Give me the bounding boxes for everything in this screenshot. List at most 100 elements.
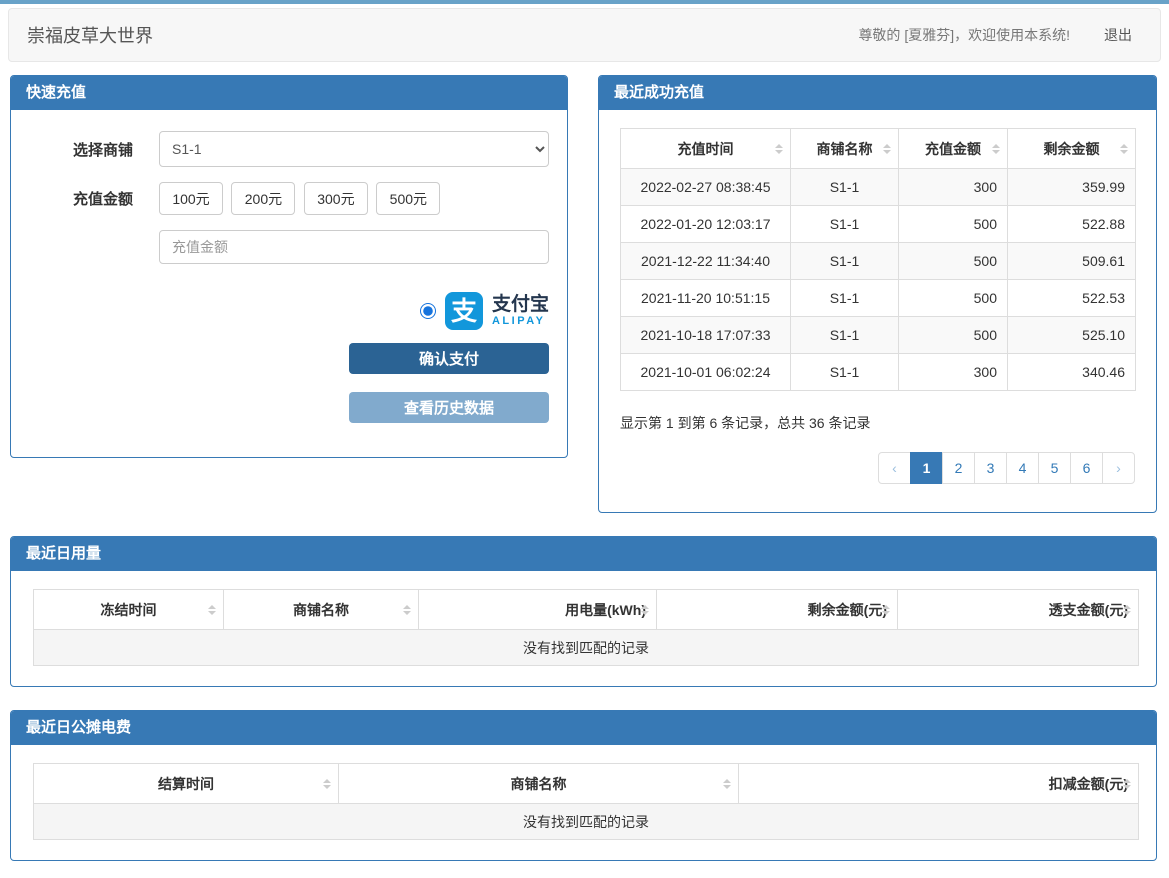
cell-remaining-amount: 522.53 bbox=[1008, 280, 1136, 317]
sort-icon bbox=[992, 144, 1000, 154]
column-header-freeze-time[interactable]: 冻结时间 bbox=[34, 590, 224, 630]
column-header-settle-time[interactable]: 结算时间 bbox=[34, 764, 339, 804]
recent-recharge-title: 最近成功充值 bbox=[599, 76, 1156, 110]
cell-remaining-amount: 359.99 bbox=[1008, 169, 1136, 206]
amount-input[interactable] bbox=[159, 230, 549, 264]
column-header-shop-name[interactable]: 商铺名称 bbox=[339, 764, 739, 804]
shop-select[interactable]: S1-1 bbox=[159, 131, 549, 167]
sort-icon bbox=[403, 605, 411, 615]
daily-usage-panel: 最近日用量 冻结时间 商铺名称 用电量(kWh) 剩余金额(元) 透支金额(元)… bbox=[10, 536, 1157, 687]
amount-label: 充值金额 bbox=[29, 188, 159, 209]
daily-usage-title: 最近日用量 bbox=[11, 537, 1156, 571]
app-header: 崇福皮草大世界 尊敬的 [夏雅芬]，欢迎使用本系统! 退出 bbox=[8, 8, 1161, 62]
column-header-recharge-time[interactable]: 充值时间 bbox=[621, 129, 791, 169]
table-row: 2022-01-20 12:03:17 S1-1 500 522.88 bbox=[621, 206, 1136, 243]
cell-recharge-amount: 500 bbox=[899, 317, 1008, 354]
sort-icon bbox=[882, 605, 890, 615]
column-header-recharge-amount[interactable]: 充值金额 bbox=[899, 129, 1008, 169]
cell-shop-name: S1-1 bbox=[791, 243, 899, 280]
pagination-page-1[interactable]: 1 bbox=[910, 452, 943, 484]
quick-recharge-title: 快速充值 bbox=[11, 76, 567, 110]
pagination: ‹ 1 2 3 4 5 6 › bbox=[620, 452, 1135, 484]
shared-fee-panel: 最近日公摊电费 结算时间 商铺名称 扣减金额(元) 没有找到匹配的记录 bbox=[10, 710, 1157, 861]
sort-icon bbox=[641, 605, 649, 615]
amount-preset-button-300[interactable]: 300元 bbox=[304, 182, 368, 215]
sort-icon bbox=[723, 779, 731, 789]
recent-recharge-panel: 最近成功充值 充值时间 商铺名称 充值金额 剩余金额 2022 bbox=[598, 75, 1157, 513]
shared-fee-title: 最近日公摊电费 bbox=[11, 711, 1156, 745]
cell-recharge-time: 2021-11-20 10:51:15 bbox=[621, 280, 791, 317]
column-header-overdraft-yuan[interactable]: 透支金额(元) bbox=[898, 590, 1139, 630]
sort-icon bbox=[1120, 144, 1128, 154]
welcome-text: 尊敬的 [夏雅芬]，欢迎使用本系统! bbox=[858, 25, 1070, 45]
cell-recharge-time: 2022-01-20 12:03:17 bbox=[621, 206, 791, 243]
view-history-button[interactable]: 查看历史数据 bbox=[349, 392, 549, 423]
pagination-page-5[interactable]: 5 bbox=[1038, 452, 1071, 484]
sort-icon bbox=[775, 144, 783, 154]
alipay-cn-label: 支付宝 bbox=[492, 295, 549, 315]
column-header-deduction-yuan[interactable]: 扣减金额(元) bbox=[739, 764, 1139, 804]
pagination-page-6[interactable]: 6 bbox=[1070, 452, 1103, 484]
app-title: 崇福皮草大世界 bbox=[27, 22, 153, 48]
column-header-shop-name[interactable]: 商铺名称 bbox=[224, 590, 419, 630]
cell-shop-name: S1-1 bbox=[791, 280, 899, 317]
sort-icon bbox=[1123, 779, 1131, 789]
column-header-remaining-amount[interactable]: 剩余金额 bbox=[1008, 129, 1136, 169]
cell-recharge-time: 2021-10-01 06:02:24 bbox=[621, 354, 791, 391]
amount-preset-button-500[interactable]: 500元 bbox=[376, 182, 440, 215]
table-header-row: 冻结时间 商铺名称 用电量(kWh) 剩余金额(元) 透支金额(元) bbox=[34, 590, 1139, 630]
cell-shop-name: S1-1 bbox=[791, 169, 899, 206]
pagination-prev[interactable]: ‹ bbox=[878, 452, 911, 484]
cell-recharge-amount: 500 bbox=[899, 206, 1008, 243]
empty-state-text: 没有找到匹配的记录 bbox=[34, 630, 1139, 666]
cell-recharge-amount: 500 bbox=[899, 280, 1008, 317]
pagination-next[interactable]: › bbox=[1102, 452, 1135, 484]
pagination-page-2[interactable]: 2 bbox=[942, 452, 975, 484]
cell-remaining-amount: 522.88 bbox=[1008, 206, 1136, 243]
column-header-remaining-yuan[interactable]: 剩余金额(元) bbox=[657, 590, 898, 630]
recent-recharge-table: 充值时间 商铺名称 充值金额 剩余金额 2022-02-27 08:38:45 … bbox=[620, 128, 1136, 391]
cell-recharge-time: 2021-12-22 11:34:40 bbox=[621, 243, 791, 280]
table-row: 2021-10-18 17:07:33 S1-1 500 525.10 bbox=[621, 317, 1136, 354]
sort-icon bbox=[208, 605, 216, 615]
cell-recharge-amount: 300 bbox=[899, 354, 1008, 391]
cell-shop-name: S1-1 bbox=[791, 354, 899, 391]
pagination-page-3[interactable]: 3 bbox=[974, 452, 1007, 484]
shop-select-label: 选择商铺 bbox=[29, 139, 159, 160]
table-header-row: 结算时间 商铺名称 扣减金额(元) bbox=[34, 764, 1139, 804]
sort-icon bbox=[1123, 605, 1131, 615]
cell-recharge-amount: 500 bbox=[899, 243, 1008, 280]
cell-shop-name: S1-1 bbox=[791, 317, 899, 354]
alipay-icon: 支 bbox=[445, 292, 483, 330]
empty-state-text: 没有找到匹配的记录 bbox=[34, 804, 1139, 840]
logout-link[interactable]: 退出 bbox=[1104, 25, 1140, 45]
cell-recharge-amount: 300 bbox=[899, 169, 1008, 206]
cell-remaining-amount: 525.10 bbox=[1008, 317, 1136, 354]
record-summary: 显示第 1 到第 6 条记录，总共 36 条记录 bbox=[620, 413, 1135, 433]
table-row: 2021-11-20 10:51:15 S1-1 500 522.53 bbox=[621, 280, 1136, 317]
top-accent-bar bbox=[0, 0, 1169, 4]
alipay-radio[interactable] bbox=[420, 303, 436, 319]
alipay-logo-text: 支付宝 ALIPAY bbox=[492, 295, 549, 327]
sort-icon bbox=[323, 779, 331, 789]
cell-remaining-amount: 340.46 bbox=[1008, 354, 1136, 391]
pagination-page-4[interactable]: 4 bbox=[1006, 452, 1039, 484]
table-row: 2021-10-01 06:02:24 S1-1 300 340.46 bbox=[621, 354, 1136, 391]
amount-preset-button-100[interactable]: 100元 bbox=[159, 182, 223, 215]
table-header-row: 充值时间 商铺名称 充值金额 剩余金额 bbox=[621, 129, 1136, 169]
amount-preset-button-200[interactable]: 200元 bbox=[231, 182, 295, 215]
confirm-pay-button[interactable]: 确认支付 bbox=[349, 343, 549, 374]
empty-state-row: 没有找到匹配的记录 bbox=[34, 630, 1139, 666]
cell-recharge-time: 2021-10-18 17:07:33 bbox=[621, 317, 791, 354]
daily-usage-table: 冻结时间 商铺名称 用电量(kWh) 剩余金额(元) 透支金额(元) 没有找到匹… bbox=[33, 589, 1139, 666]
table-row: 2021-12-22 11:34:40 S1-1 500 509.61 bbox=[621, 243, 1136, 280]
column-header-shop-name[interactable]: 商铺名称 bbox=[791, 129, 899, 169]
sort-icon bbox=[883, 144, 891, 154]
cell-remaining-amount: 509.61 bbox=[1008, 243, 1136, 280]
empty-state-row: 没有找到匹配的记录 bbox=[34, 804, 1139, 840]
payment-method-row: 支 支付宝 ALIPAY bbox=[159, 292, 549, 330]
alipay-en-label: ALIPAY bbox=[492, 315, 549, 327]
table-row: 2022-02-27 08:38:45 S1-1 300 359.99 bbox=[621, 169, 1136, 206]
column-header-usage-kwh[interactable]: 用电量(kWh) bbox=[419, 590, 657, 630]
quick-recharge-panel: 快速充值 选择商铺 S1-1 充值金额 100元 200元 300元 bbox=[10, 75, 568, 458]
